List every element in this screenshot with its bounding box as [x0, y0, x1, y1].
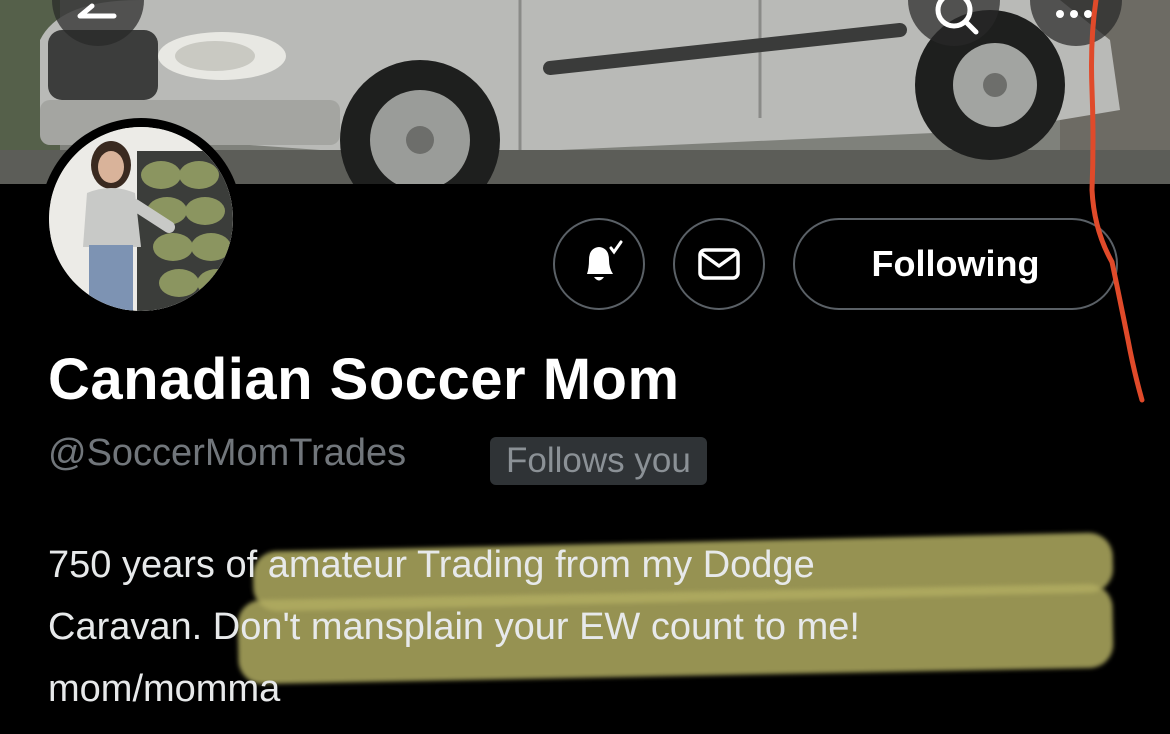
more-button[interactable] — [1030, 0, 1122, 46]
bio-line: Caravan. Don't mansplain your EW count t… — [48, 606, 860, 648]
search-button[interactable] — [908, 0, 1000, 46]
profile-avatar[interactable] — [40, 118, 242, 320]
search-icon — [935, 0, 979, 35]
avatar-image — [49, 127, 233, 311]
bell-check-icon — [587, 240, 623, 281]
message-button[interactable] — [673, 218, 765, 310]
mail-icon — [698, 248, 740, 280]
bio-line: 750 years of amateur Trading from my Dod… — [48, 544, 815, 586]
back-arrow-icon — [77, 3, 117, 19]
back-button[interactable] — [52, 0, 144, 46]
profile-bio: 750 years of amateur Trading from my Dod… — [48, 532, 1148, 720]
bio-line: mom/momma — [48, 668, 281, 710]
profile-handle: @SoccerMomTrades — [48, 432, 407, 474]
follows-you-badge: Follows you — [490, 437, 707, 485]
following-button[interactable]: Following — [793, 218, 1118, 310]
notifications-button[interactable] — [553, 218, 645, 310]
more-dots-icon — [1056, 10, 1092, 18]
display-name: Canadian Soccer Mom — [48, 347, 680, 412]
